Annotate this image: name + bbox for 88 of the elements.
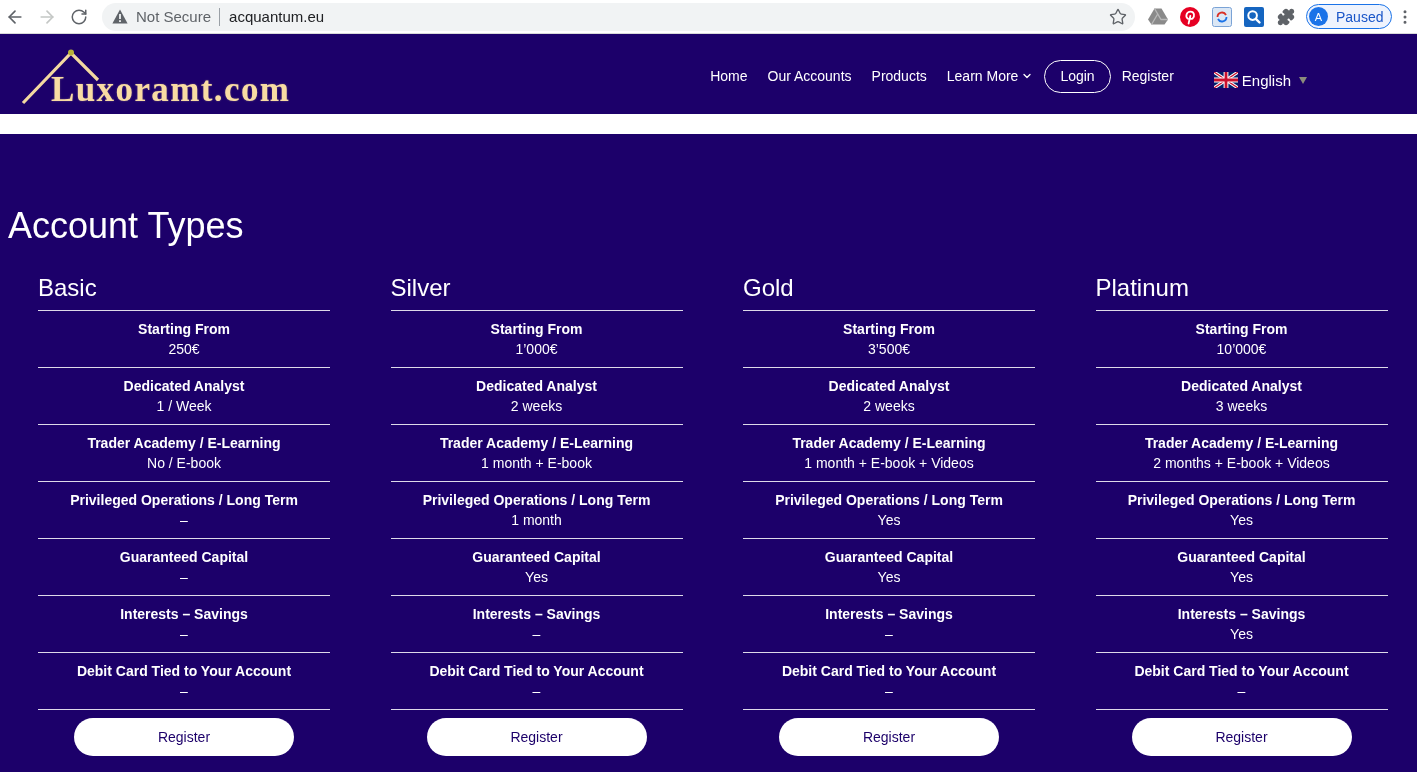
feature-value: 250€ xyxy=(168,340,200,359)
puzzle-icon[interactable] xyxy=(1277,7,1295,26)
feature-label: Dedicated Analyst xyxy=(828,377,950,396)
nav-link[interactable]: Our Accounts xyxy=(757,68,862,84)
feature-value: Yes xyxy=(1230,568,1253,587)
plan-name: Platinum xyxy=(1095,273,1190,302)
feature-value: 3 weeks xyxy=(1215,397,1268,416)
feature-label: Guaranteed Capital xyxy=(119,548,249,567)
plan-name: Silver xyxy=(390,273,452,302)
feature-value: – xyxy=(885,625,893,644)
feature-label: Trader Academy / E-Learning xyxy=(1144,434,1339,453)
feature-label: Privileged Operations / Long Term xyxy=(1127,491,1356,510)
feature-value: No / E-book xyxy=(147,454,221,473)
feature-label: Trader Academy / E-Learning xyxy=(439,434,634,453)
feature-value: 1 month xyxy=(511,511,562,530)
feature-value: 2 weeks xyxy=(510,397,563,416)
feature-value: – xyxy=(532,682,541,701)
bookmark-star-icon[interactable] xyxy=(1109,7,1127,26)
nav-dropdown-link[interactable]: Learn More xyxy=(936,68,1044,84)
plan-name: Gold xyxy=(743,273,795,302)
language-selector[interactable]: English xyxy=(1213,71,1307,89)
feature-label: Guaranteed Capital xyxy=(472,548,601,567)
feature-label: Starting From xyxy=(490,320,583,339)
feature-label: Trader Academy / E-Learning xyxy=(792,434,986,453)
register-button[interactable]: Register xyxy=(74,718,294,756)
nav-link[interactable]: Products xyxy=(861,68,937,84)
profile-button[interactable]: A Paused xyxy=(1306,4,1392,29)
caret-icon xyxy=(1299,76,1307,84)
feature-value: – xyxy=(180,625,188,644)
search-icon[interactable] xyxy=(1244,6,1264,27)
feature-label: Dedicated Analyst xyxy=(123,377,245,396)
triangle-icon[interactable] xyxy=(1148,8,1168,25)
feature-label: Debit Card Tied to Your Account xyxy=(1134,662,1349,681)
feature-value: Yes xyxy=(1230,511,1253,530)
feature-label: Debit Card Tied to Your Account xyxy=(76,662,292,681)
profile-status: Paused xyxy=(1336,8,1384,25)
sync-tile-icon[interactable] xyxy=(1212,6,1232,27)
profile-avatar: A xyxy=(1309,7,1328,26)
feature-label: Dedicated Analyst xyxy=(476,377,597,396)
plan-name: Basic xyxy=(38,273,98,302)
feature-value: – xyxy=(1237,682,1246,701)
feature-label: Guaranteed Capital xyxy=(1177,548,1306,567)
feature-value: Yes xyxy=(877,568,901,587)
feature-label: Starting From xyxy=(843,320,935,339)
feature-value: 3’500€ xyxy=(867,340,910,359)
feature-value: 2 months + E-book + Videos xyxy=(1153,454,1330,473)
logo-text[interactable]: Luxoramt.com xyxy=(51,72,291,107)
feature-value: 10’000€ xyxy=(1216,340,1267,359)
feature-label: Privileged Operations / Long Term xyxy=(422,491,651,510)
feature-value: – xyxy=(180,568,188,587)
feature-label: Starting From xyxy=(1195,320,1288,339)
reload-icon[interactable] xyxy=(70,7,88,26)
feature-label: Interests – Savings xyxy=(120,605,248,624)
feature-label: Debit Card Tied to Your Account xyxy=(429,662,644,681)
feature-label: Privileged Operations / Long Term xyxy=(70,491,298,510)
feature-value: 1 month + E-book xyxy=(481,454,592,473)
url-text[interactable]: acquantum.eu xyxy=(229,8,1109,25)
uk-flag-icon xyxy=(1213,72,1238,88)
feature-value: Yes xyxy=(1230,625,1253,644)
nav-link[interactable]: Home xyxy=(700,68,758,84)
nav-link[interactable]: Register xyxy=(1111,68,1184,84)
feature-value: Yes xyxy=(877,511,901,530)
security-label[interactable]: Not Secure xyxy=(136,8,212,25)
register-button[interactable]: Register xyxy=(426,718,647,756)
feature-label: Interests – Savings xyxy=(472,605,601,624)
feature-value: Yes xyxy=(525,568,548,587)
feature-value: – xyxy=(180,511,188,530)
page-title: Account Types xyxy=(8,204,245,247)
address-bar[interactable]: Not Secure acquantum.eu xyxy=(102,2,1135,31)
feature-label: Dedicated Analyst xyxy=(1181,377,1302,396)
feature-value: – xyxy=(885,682,893,701)
feature-value: 1’000€ xyxy=(515,340,558,359)
warning-icon[interactable] xyxy=(112,9,128,24)
feature-value: 1 / Week xyxy=(156,397,212,416)
feature-label: Trader Academy / E-Learning xyxy=(87,434,281,453)
feature-value: – xyxy=(180,682,188,701)
feature-label: Privileged Operations / Long Term xyxy=(775,491,1003,510)
feature-value: 2 weeks xyxy=(863,397,915,416)
feature-label: Debit Card Tied to Your Account xyxy=(781,662,997,681)
feature-value: 1 month + E-book + Videos xyxy=(804,454,974,473)
feature-label: Guaranteed Capital xyxy=(824,548,954,567)
feature-label: Interests – Savings xyxy=(825,605,953,624)
register-button[interactable]: Register xyxy=(1131,718,1352,756)
pin-icon[interactable] xyxy=(1180,6,1200,27)
feature-label: Interests – Savings xyxy=(1177,605,1306,624)
register-button[interactable]: Register xyxy=(779,718,999,756)
feature-label: Starting From xyxy=(138,320,230,339)
feature-value: – xyxy=(532,625,541,644)
